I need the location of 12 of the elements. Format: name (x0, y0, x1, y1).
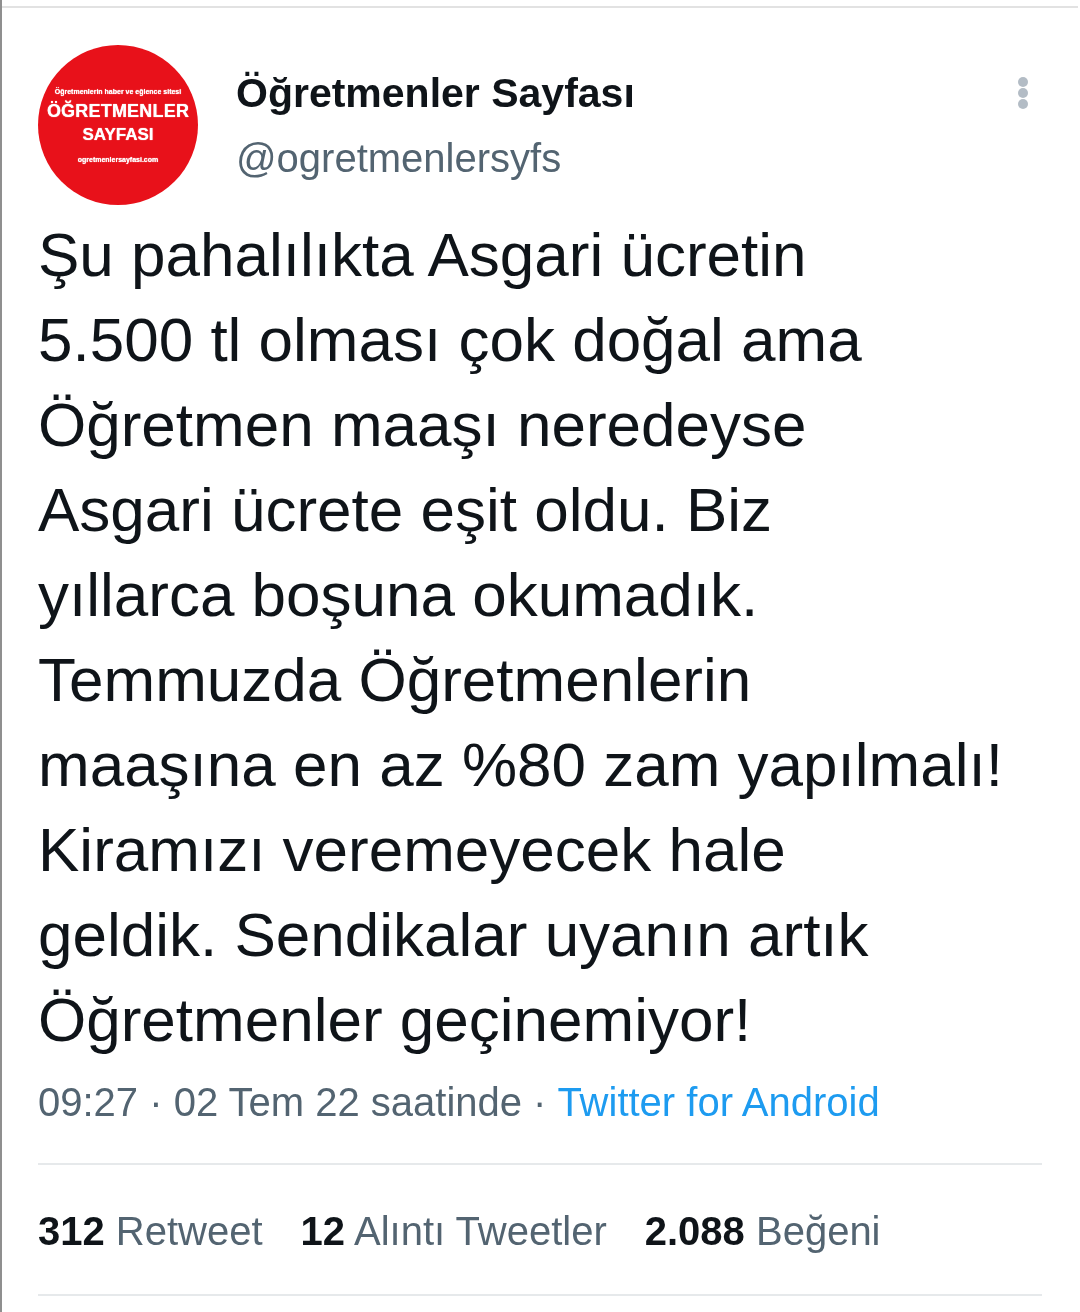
separator-text: · (533, 1079, 547, 1126)
stat-link[interactable]: 2.088 Beğeni (644, 1206, 881, 1256)
more-icon (1018, 77, 1028, 109)
timestamp-text: 09:27 · 02 Tem 22 saatinde (38, 1079, 523, 1126)
tweet-text: Şu pahalılıkta Asgari ücretin 5.500 tl olması çok doğal ama Öğretmen maaşı neredeyse Asgari ücrete eşit oldu. Biz yıllarca boşuna okumadık. Temmuzda Öğretmenlerin maaşına en az %80 zam yapılmalı! Kiramızı veremeyecek hale geldik. Sendikalar uyanın artık Öğretmenler geçinemiyor! (38, 219, 1003, 1056)
display-name[interactable]: Öğretmenler Sayfası (236, 68, 635, 118)
user-handle[interactable]: @ogretmenlersyfs (236, 133, 635, 183)
stat-link[interactable]: 12 Alıntı Tweetler (300, 1206, 607, 1256)
logo-title: ÖĞRETMENLER (46, 99, 190, 122)
more-options-button[interactable] (1018, 77, 1028, 109)
stat-link[interactable]: 312 Retweet (38, 1206, 263, 1256)
logo-subtitle: SAYFASI (82, 123, 154, 146)
